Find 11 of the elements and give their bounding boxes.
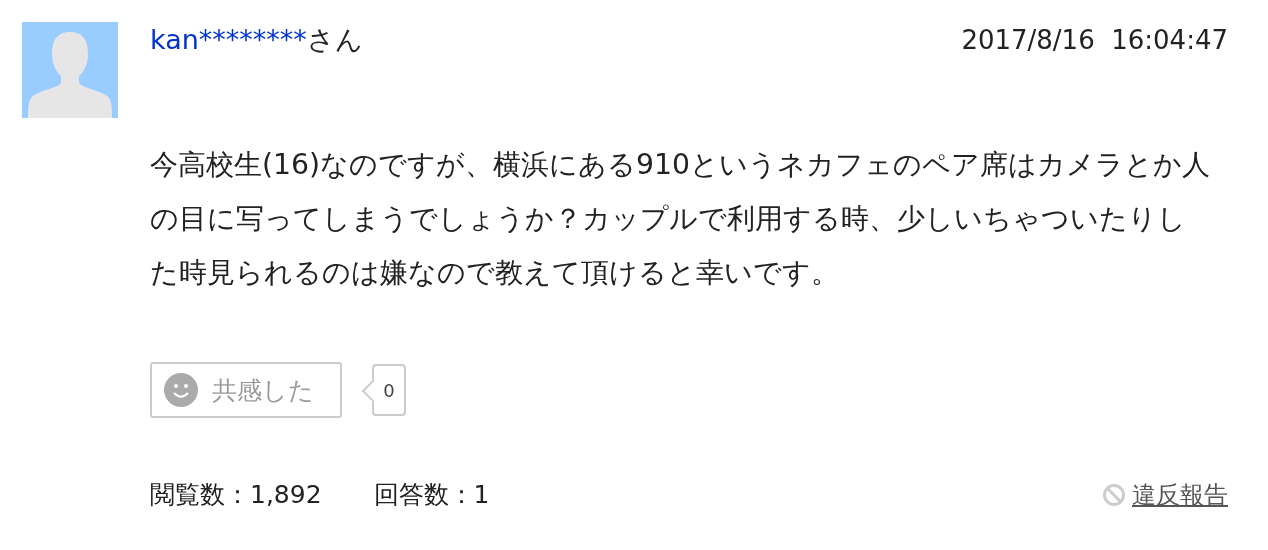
avatar-icon — [22, 22, 118, 118]
empathy-count: 0 — [363, 364, 406, 416]
stat-text: 回答数：1 — [373, 480, 490, 509]
report-link[interactable]: 違反報告 — [1132, 478, 1228, 511]
post-date: 2017/8/16 16:04:47 — [961, 25, 1228, 55]
question-text: 今高校生(16)なのですが、横浜にある910というネカフェのペア席はカメラとか人の目に写ってしまうでしょうか？カップルで利用する時、少しいちゃついたりした時見られるのは嫌なので教えて頂けると幸いです。 — [150, 147, 1212, 291]
stat-text: 閲覧数：1,892 — [150, 480, 322, 509]
honorific-text: さん — [306, 24, 363, 55]
user-name-link[interactable]: kan******** — [150, 24, 307, 55]
prohibited-icon — [1102, 482, 1126, 507]
smiley-icon — [164, 373, 198, 407]
